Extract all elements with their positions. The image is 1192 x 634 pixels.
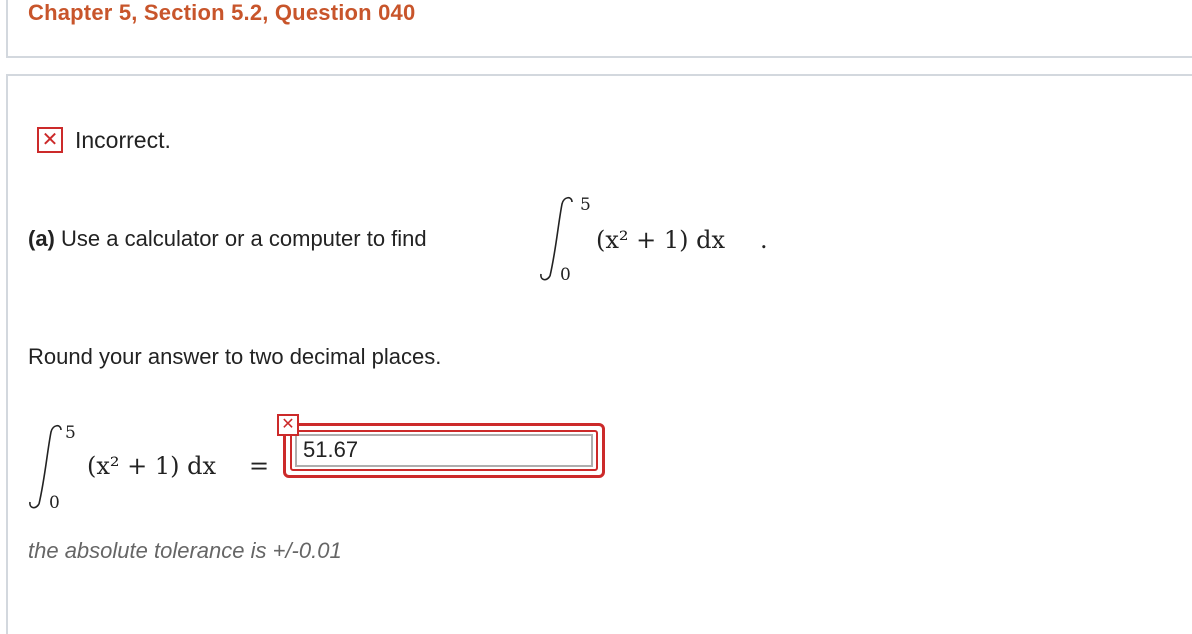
tolerance-note: the absolute tolerance is +/-0.01 [28, 538, 342, 563]
part-a-text: Use a calculator or a computer to find [61, 226, 427, 251]
chapter-title: Chapter 5, Section 5.2, Question 040 [28, 0, 416, 25]
lower-limit: 0 [49, 493, 60, 513]
part-label: (a) [28, 226, 55, 251]
upper-limit: 5 [580, 195, 591, 215]
part-a-prompt: (a) Use a calculator or a computer to fi… [28, 226, 427, 252]
answer-integral: 5 0 (x² + 1) dx = [29, 423, 269, 513]
status-text: Incorrect. [75, 126, 171, 153]
sentence-end: . [760, 226, 768, 254]
upper-limit: 5 [65, 423, 76, 443]
equals-sign: = [249, 452, 269, 480]
integrand: (x² + 1) dx [87, 452, 217, 480]
instructions: Round your answer to two decimal places. [28, 344, 442, 369]
answer-input-wrapper: 51.67 [283, 423, 605, 478]
x-mark-icon: ✕ [37, 127, 63, 153]
part-a-integral: 5 0 (x² + 1) dx . [540, 195, 768, 285]
x-mark-icon: ✕ [277, 414, 299, 436]
lower-limit: 0 [560, 265, 571, 285]
status-row: ✕ Incorrect. [37, 125, 171, 155]
answer-input[interactable]: 51.67 [295, 434, 593, 467]
integrand: (x² + 1) dx [596, 226, 726, 254]
